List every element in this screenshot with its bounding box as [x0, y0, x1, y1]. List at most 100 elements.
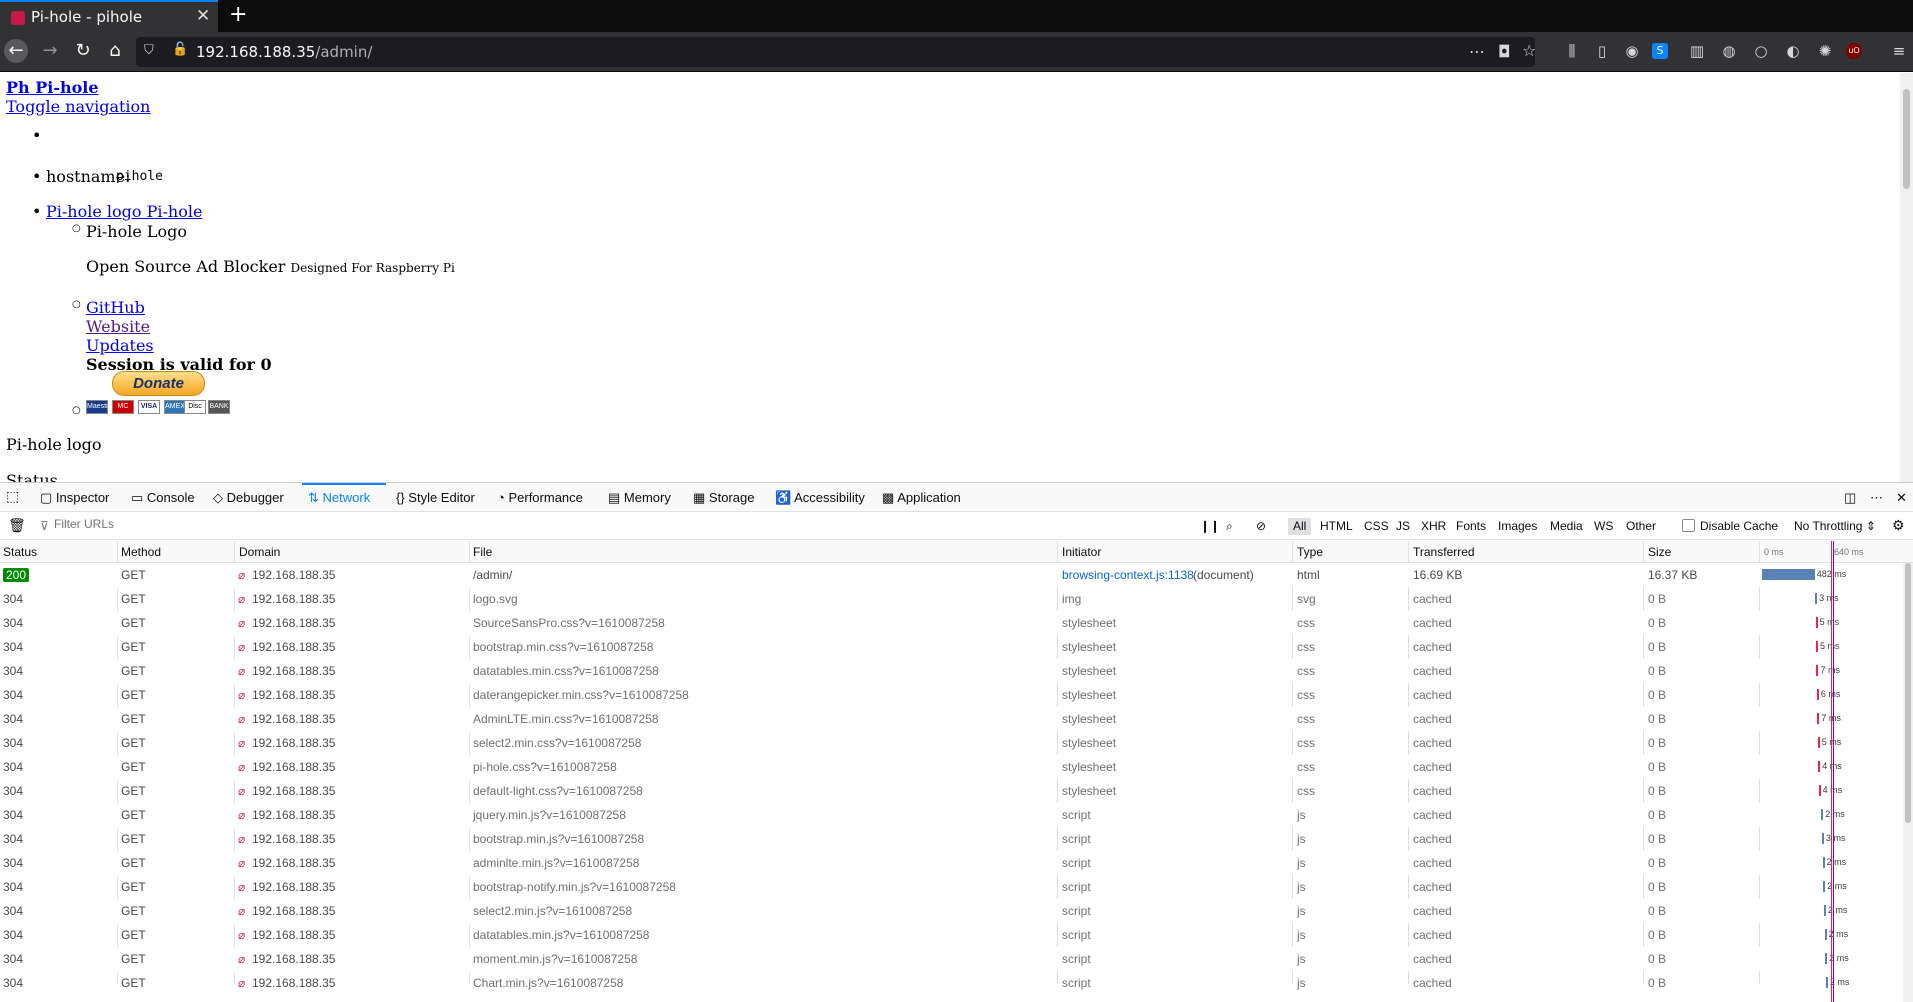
tab-style-editor[interactable]: {} Style Editor: [396, 490, 475, 505]
filter-xhr[interactable]: XHR: [1421, 519, 1446, 533]
request-row[interactable]: 304 GET ⌀ 192.168.188.35 bootstrap-notify.mi…: [0, 875, 1900, 899]
request-size: 0 B: [1648, 904, 1667, 918]
pihole-brand-link[interactable]: Pi-hole logo Pi-hole: [46, 202, 202, 221]
url-text[interactable]: 192.168.188.35/admin/: [196, 43, 372, 61]
col-transferred[interactable]: Transferred: [1413, 545, 1475, 559]
shield-icon[interactable]: ⛉: [144, 43, 154, 58]
request-row[interactable]: 304 GET ⌀ 192.168.188.35 AdminLTE.min.css?v=…: [0, 707, 1900, 731]
col-file[interactable]: File: [473, 545, 492, 559]
filter-css[interactable]: CSS: [1364, 519, 1389, 533]
request-row[interactable]: 304 GET ⌀ 192.168.188.35 SourceSansPro.css?v…: [0, 611, 1900, 635]
home-button[interactable]: ⌂: [103, 39, 127, 63]
insecure-lock-icon: ⌀: [238, 976, 246, 990]
request-row[interactable]: 304 GET ⌀ 192.168.188.35 bootstrap.min.css?v…: [0, 635, 1900, 659]
devtools-menu-icon[interactable]: ⋯: [1870, 490, 1883, 506]
disable-cache-checkbox[interactable]: [1682, 519, 1695, 532]
request-row[interactable]: 200 GET ⌀ 192.168.188.35/admin/browsing-con…: [0, 563, 1900, 587]
tab-console[interactable]: ▭ Console: [131, 490, 195, 506]
github-link[interactable]: GitHub: [86, 298, 145, 317]
request-row[interactable]: 304 GET ⌀ 192.168.188.35 datatables.min.css?…: [0, 659, 1900, 683]
tab-inspector[interactable]: ▢ Inspector: [40, 490, 109, 506]
request-row[interactable]: 304 GET ⌀ 192.168.188.35 daterangepicker.min…: [0, 683, 1900, 707]
browser-tab[interactable]: Pi-hole - pihole ✕: [0, 0, 218, 32]
request-transferred: cached: [1413, 712, 1452, 726]
clear-trash-icon[interactable]: 🗑: [8, 517, 26, 534]
close-tab-icon[interactable]: ✕: [196, 6, 210, 26]
library-icon[interactable]: ⫼: [1561, 40, 1583, 62]
request-initiator: script: [1062, 952, 1091, 966]
request-row[interactable]: 304 GET ⌀ 192.168.188.35 moment.min.js?v=161…: [0, 947, 1900, 971]
filter-html[interactable]: HTML: [1320, 519, 1353, 533]
tab-performance[interactable]: ◔ Performance: [497, 490, 583, 505]
updates-link[interactable]: Updates: [86, 336, 154, 355]
request-row[interactable]: 304 GET ⌀ 192.168.188.35 jquery.min.js?v=161…: [0, 803, 1900, 827]
col-initiator[interactable]: Initiator: [1062, 545, 1101, 559]
extension-glasses-icon[interactable]: ◍: [1718, 40, 1740, 62]
forward-button[interactable]: →: [38, 39, 62, 63]
filter-fonts[interactable]: Fonts: [1456, 519, 1486, 533]
reload-button[interactable]: ↻: [71, 39, 95, 63]
close-devtools-icon[interactable]: ✕: [1896, 490, 1907, 506]
scrollbar-thumb[interactable]: [1905, 563, 1911, 823]
sidebar-icon[interactable]: ▯: [1591, 40, 1613, 62]
website-link[interactable]: Website: [86, 317, 150, 336]
filter-urls-input[interactable]: [54, 517, 354, 531]
filter-ws[interactable]: WS: [1594, 519, 1613, 533]
request-row[interactable]: 304 GET ⌀ 192.168.188.35 logo.svg img svg cache…: [0, 587, 1900, 611]
request-row[interactable]: 304 GET ⌀ 192.168.188.35 default-light.css?v…: [0, 779, 1900, 803]
filter-other[interactable]: Other: [1626, 519, 1656, 533]
dock-side-icon[interactable]: ◫: [1844, 490, 1856, 506]
page-actions-icon[interactable]: ⋯: [1469, 42, 1485, 61]
filter-js[interactable]: JS: [1396, 519, 1410, 533]
extension-circle-icon[interactable]: ○: [1750, 40, 1772, 62]
new-tab-button[interactable]: +: [229, 2, 247, 27]
back-button[interactable]: ←: [4, 39, 28, 63]
tab-network[interactable]: ⇅ Network: [308, 490, 370, 506]
extension-gear-icon[interactable]: ✺: [1814, 40, 1836, 62]
extension-compass-icon[interactable]: ◐: [1782, 40, 1804, 62]
tab-application[interactable]: ▩ Application: [882, 490, 961, 506]
page-scrollbar[interactable]: [1900, 73, 1913, 482]
account-icon[interactable]: ◉: [1621, 40, 1643, 62]
filter-all[interactable]: All: [1288, 518, 1312, 535]
request-row[interactable]: 304 GET ⌀ 192.168.188.35 datatables.min.js?v…: [0, 923, 1900, 947]
element-picker-icon[interactable]: ⬚: [6, 488, 19, 505]
donate-button[interactable]: Donate: [112, 371, 205, 396]
col-domain[interactable]: Domain: [239, 545, 280, 559]
col-status[interactable]: Status: [3, 545, 37, 559]
col-method[interactable]: Method: [121, 545, 161, 559]
pause-icon[interactable]: ❙❙: [1200, 519, 1220, 533]
extension-s-icon[interactable]: S: [1652, 43, 1668, 59]
pocket-icon[interactable]: ◘: [1498, 42, 1511, 61]
request-row[interactable]: 304 GET ⌀ 192.168.188.35 adminlte.min.js?v=1…: [0, 851, 1900, 875]
request-row[interactable]: 304 GET ⌀ 192.168.188.35 pi-hole.css?v=16100…: [0, 755, 1900, 779]
requests-scrollbar[interactable]: [1903, 563, 1913, 1002]
throttling-select[interactable]: No Throttling ⇕: [1794, 519, 1876, 533]
tab-storage[interactable]: ▦ Storage: [693, 490, 754, 506]
tab-memory[interactable]: ▤ Memory: [608, 490, 671, 506]
request-initiator: img: [1062, 592, 1082, 606]
insecure-lock-icon[interactable]: 🔓: [172, 42, 188, 57]
hamburger-menu-icon[interactable]: ≡: [1888, 40, 1910, 62]
filter-images[interactable]: Images: [1498, 519, 1537, 533]
url-bar[interactable]: ⛉ 🔓 192.168.188.35/admin/ ⋯ ◘ ☆: [136, 37, 1536, 67]
request-row[interactable]: 304 GET ⌀ 192.168.188.35 Chart.min.js?v=1610…: [0, 971, 1900, 995]
request-row[interactable]: 304 GET ⌀ 192.168.188.35 select2.min.js?v=16…: [0, 899, 1900, 923]
block-icon[interactable]: ⊘: [1256, 519, 1266, 533]
tab-accessibility[interactable]: ♿ Accessibility: [775, 490, 865, 506]
network-settings-gear-icon[interactable]: ⚙: [1892, 517, 1905, 534]
tab-debugger[interactable]: ◇ Debugger: [213, 490, 284, 506]
filter-media[interactable]: Media: [1550, 519, 1583, 533]
bookmark-star-icon[interactable]: ☆: [1522, 41, 1536, 60]
col-type[interactable]: Type: [1297, 545, 1323, 559]
logo-link[interactable]: Ph Pi-hole: [6, 78, 99, 97]
scrollbar-thumb[interactable]: [1903, 89, 1910, 189]
request-row[interactable]: 304 GET ⌀ 192.168.188.35 bootstrap.min.js?v=…: [0, 827, 1900, 851]
col-size[interactable]: Size: [1648, 545, 1671, 559]
request-row[interactable]: 304 GET ⌀ 192.168.188.35 select2.min.css?v=1…: [0, 731, 1900, 755]
toggle-navigation-link[interactable]: Toggle navigation: [6, 97, 150, 116]
ublock-icon[interactable]: uO: [1846, 43, 1862, 59]
extension-bars-icon[interactable]: ▥: [1686, 40, 1708, 62]
insecure-lock-icon: ⌀: [238, 736, 246, 750]
search-icon[interactable]: ⌕: [1226, 519, 1233, 534]
